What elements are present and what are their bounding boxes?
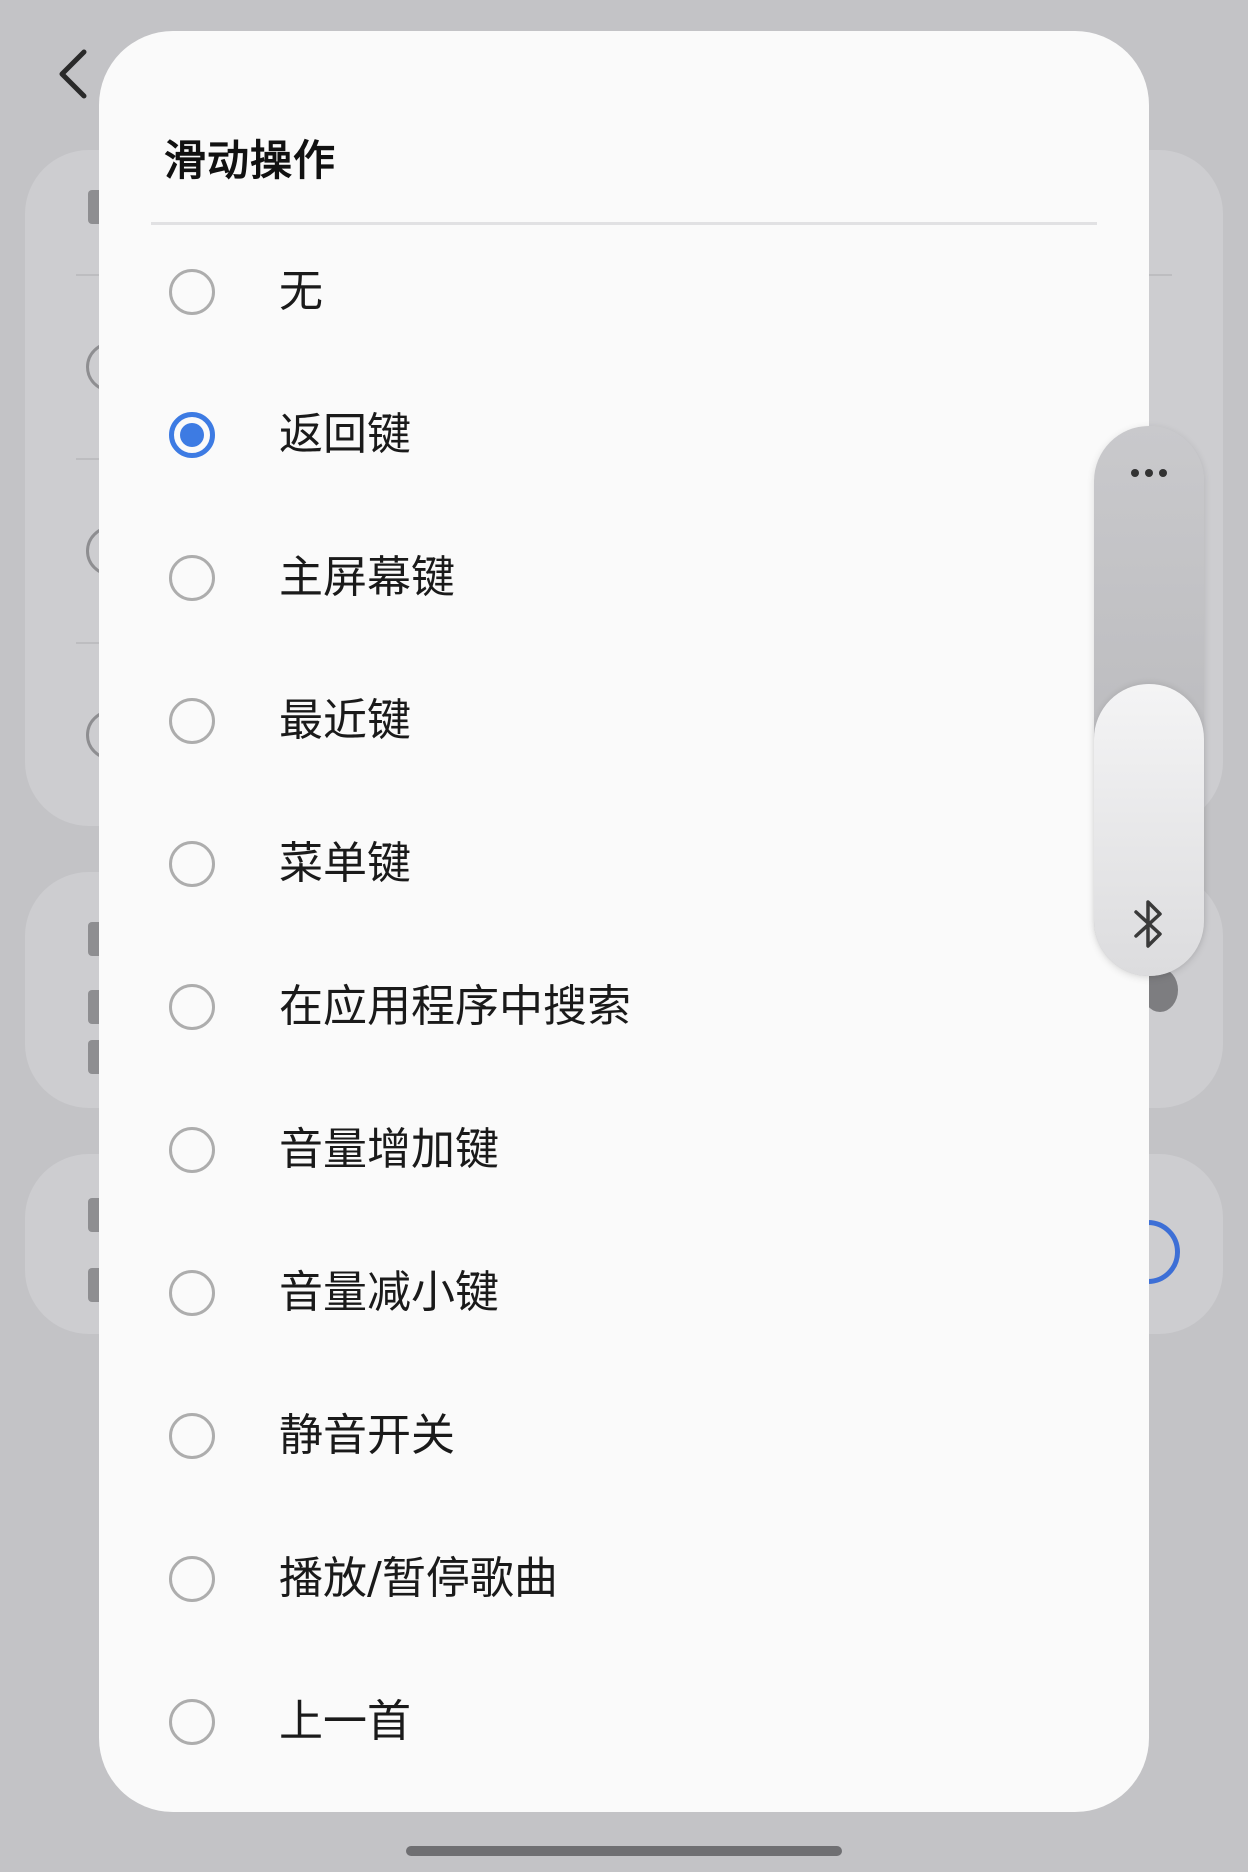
back-arrow-icon xyxy=(59,49,87,99)
home-indicator[interactable] xyxy=(406,1846,842,1856)
option-play-pause[interactable]: 播放/暂停歌曲 xyxy=(99,1511,1149,1654)
option-search-in-app[interactable]: 在应用程序中搜索 xyxy=(99,939,1149,1082)
radio-button[interactable] xyxy=(169,984,215,1030)
radio-button[interactable] xyxy=(169,1270,215,1316)
option-back-key[interactable]: 返回键 xyxy=(99,367,1149,510)
option-label: 最近键 xyxy=(279,695,411,746)
radio-button[interactable] xyxy=(169,1413,215,1459)
option-label: 主屏幕键 xyxy=(279,552,455,603)
option-label: 上一首 xyxy=(279,1696,411,1747)
option-home-key[interactable]: 主屏幕键 xyxy=(99,510,1149,653)
option-none[interactable]: 无 xyxy=(99,224,1149,367)
option-label: 音量减小键 xyxy=(279,1267,499,1318)
radio-button[interactable] xyxy=(169,555,215,601)
option-volume-down[interactable]: 音量减小键 xyxy=(99,1225,1149,1368)
option-label: 在应用程序中搜索 xyxy=(279,981,631,1032)
option-recents-key[interactable]: 最近键 xyxy=(99,653,1149,796)
radio-button-selected[interactable] xyxy=(169,412,215,458)
radio-button[interactable] xyxy=(169,698,215,744)
option-label: 音量增加键 xyxy=(279,1124,499,1175)
option-volume-up[interactable]: 音量增加键 xyxy=(99,1082,1149,1225)
radio-button[interactable] xyxy=(169,1699,215,1745)
radio-button[interactable] xyxy=(169,269,215,315)
option-label: 菜单键 xyxy=(279,838,411,889)
radio-button[interactable] xyxy=(169,1556,215,1602)
bluetooth-icon[interactable] xyxy=(1128,896,1170,952)
option-label: 返回键 xyxy=(279,409,411,460)
edge-panel-shortcut[interactable] xyxy=(1094,684,1204,976)
option-menu-key[interactable]: 菜单键 xyxy=(99,796,1149,939)
option-label: 静音开关 xyxy=(279,1410,455,1461)
option-label: 播放/暂停歌曲 xyxy=(279,1553,558,1604)
dialog-title: 滑动操作 xyxy=(164,136,337,185)
radio-button[interactable] xyxy=(169,841,215,887)
option-mute-toggle[interactable]: 静音开关 xyxy=(99,1368,1149,1511)
more-dots-icon[interactable] xyxy=(1094,462,1204,481)
swipe-action-dialog: 滑动操作 无 返回键 主屏幕键 最近键 菜单键 在应用程序中搜索 音量增加键 音… xyxy=(99,31,1149,1812)
option-previous-track[interactable]: 上一首 xyxy=(99,1654,1149,1797)
edge-panel[interactable] xyxy=(1094,426,1204,976)
option-label: 无 xyxy=(279,266,323,317)
radio-button[interactable] xyxy=(169,1127,215,1173)
